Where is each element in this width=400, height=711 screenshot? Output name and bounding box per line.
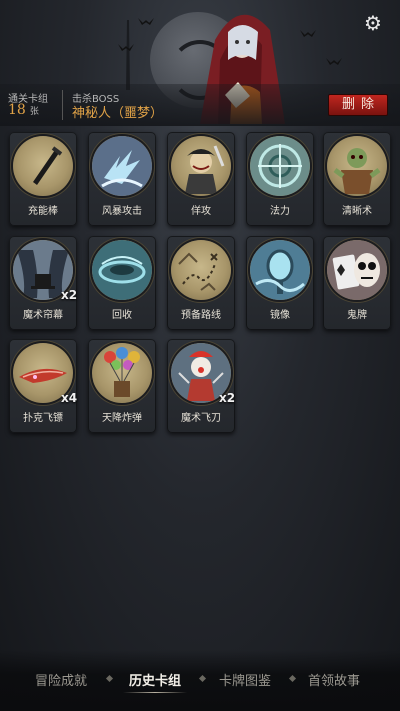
card-item[interactable]: 回收 xyxy=(88,236,156,330)
card-label: 魔术飞刀 xyxy=(181,413,221,424)
card-label: 预备路线 xyxy=(181,310,221,321)
card-item[interactable]: 预备路线 xyxy=(167,236,235,330)
card-multiplier: x2 xyxy=(219,391,236,405)
mana-circle-icon xyxy=(250,136,310,196)
card-item[interactable]: 法力 xyxy=(246,132,314,226)
balloon-bomb-icon xyxy=(92,343,152,403)
card-label: 法力 xyxy=(270,206,290,217)
recycle-vortex-icon xyxy=(92,240,152,300)
bottom-tab-bar: 冒险成就 历史卡组 卡牌图鉴 首领故事 xyxy=(0,650,400,711)
joker-card-icon xyxy=(327,240,387,300)
card-item[interactable]: x2 魔术飞刀 xyxy=(167,339,235,433)
card-label: 清晰术 xyxy=(342,206,372,217)
card-label: 鬼牌 xyxy=(347,310,367,321)
deck-card-grid: 充能棒 风暴攻击 佯攻 法力 清晰术 x2 魔术帘幕 回收 预备路线 镜像 鬼牌… xyxy=(0,0,400,433)
mirror-icon xyxy=(250,240,310,300)
card-item[interactable]: 佯攻 xyxy=(167,132,235,226)
card-label: 回收 xyxy=(112,310,132,321)
active-tab-underline xyxy=(123,692,187,693)
lightning-icon xyxy=(92,136,152,196)
card-label: 风暴攻击 xyxy=(102,206,142,217)
wand-icon xyxy=(13,136,73,196)
card-label: 天降炸弹 xyxy=(102,413,142,424)
card-label: 扑克飞镖 xyxy=(23,413,63,424)
map-route-icon xyxy=(171,240,231,300)
card-label: 魔术帘幕 xyxy=(23,310,63,321)
card-item[interactable]: 天降炸弹 xyxy=(88,339,156,433)
zombie-icon xyxy=(327,136,387,196)
card-label: 镜像 xyxy=(270,310,290,321)
card-item[interactable]: 风暴攻击 xyxy=(88,132,156,226)
card-item[interactable]: 鬼牌 xyxy=(323,236,391,330)
card-label: 佯攻 xyxy=(191,206,211,217)
tab-adventure-achievements[interactable]: 冒险成就 xyxy=(16,670,106,689)
card-item[interactable]: 镜像 xyxy=(246,236,314,330)
card-label: 充能棒 xyxy=(28,206,58,217)
card-item[interactable]: 清晰术 xyxy=(323,132,391,226)
card-multiplier: x2 xyxy=(61,288,78,302)
tab-history-decks[interactable]: 历史卡组 xyxy=(110,670,200,689)
feint-pirate-icon xyxy=(171,136,231,196)
tab-card-codex[interactable]: 卡牌图鉴 xyxy=(200,670,290,689)
tab-boss-story[interactable]: 首领故事 xyxy=(289,670,379,689)
card-item[interactable]: 充能棒 xyxy=(9,132,77,226)
card-item[interactable]: x2 魔术帘幕 xyxy=(9,236,77,330)
card-multiplier: x4 xyxy=(61,391,78,405)
card-item[interactable]: x4 扑克飞镖 xyxy=(9,339,77,433)
